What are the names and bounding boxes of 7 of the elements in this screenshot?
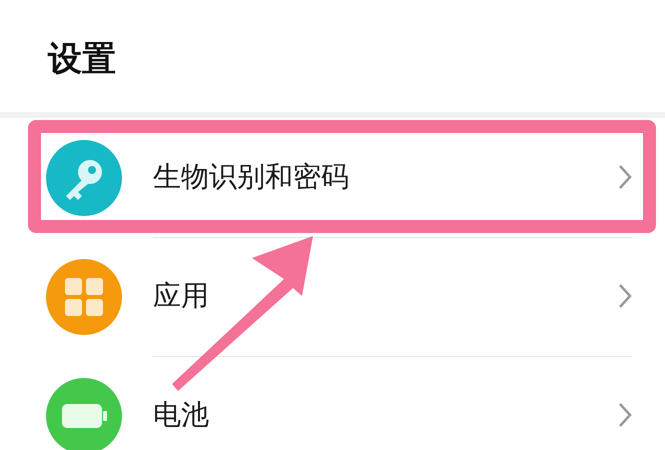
settings-item-label[interactable]: 应用	[153, 277, 618, 315]
chevron-right-icon	[618, 283, 632, 309]
page-title: 设置	[48, 38, 116, 81]
settings-item-label[interactable]: 电池	[153, 396, 618, 434]
chevron-right-icon	[618, 164, 632, 190]
chevron-right-icon	[618, 402, 632, 428]
settings-item-label[interactable]: 生物识别和密码	[153, 158, 618, 196]
